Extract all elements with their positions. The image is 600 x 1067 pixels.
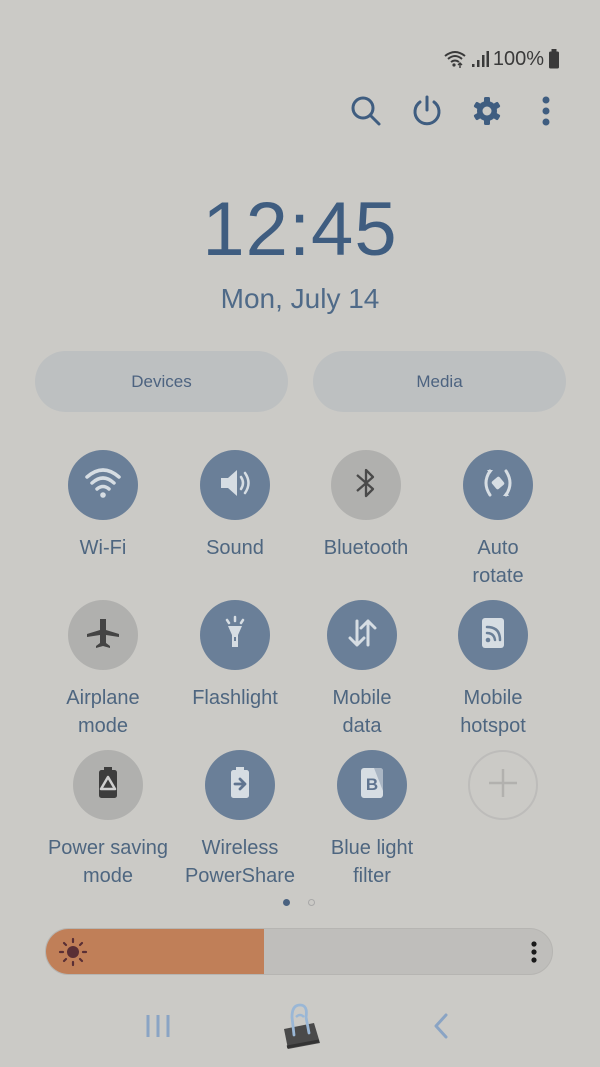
more-vertical-icon[interactable]: [530, 940, 538, 969]
media-button[interactable]: Media: [313, 351, 566, 412]
wireless-powershare-icon: [220, 763, 260, 808]
tile-label: Mobile hotspot: [460, 687, 526, 737]
back-button[interactable]: [411, 1000, 471, 1056]
tile-bluetooth[interactable]: Bluetooth: [300, 450, 432, 562]
back-chevron-icon: [430, 1012, 452, 1045]
bluetooth-icon: [351, 465, 381, 506]
wifi-icon: [83, 465, 123, 506]
tile-blue-light-filter-button[interactable]: B: [337, 750, 407, 820]
battery-percent: 100%: [492, 47, 544, 70]
more-vertical-icon: [541, 95, 551, 132]
tile-mobile-data[interactable]: Mobile data: [296, 600, 428, 740]
wifi-icon: [443, 49, 467, 69]
brightness-slider[interactable]: [45, 928, 553, 975]
power-button[interactable]: [406, 92, 448, 134]
tile-power-saving-mode[interactable]: Power saving mode: [42, 750, 174, 890]
clock-date[interactable]: Mon, July 14: [0, 283, 600, 315]
speaker-icon: [215, 465, 255, 506]
tile-wireless-powershare-button[interactable]: [205, 750, 275, 820]
flashlight-icon: [215, 613, 255, 658]
tile-mobile-hotspot[interactable]: Mobile hotspot: [427, 600, 559, 740]
sun-icon: [58, 937, 88, 972]
blue-light-filter-icon: B: [352, 763, 392, 808]
tile-sound-button[interactable]: [200, 450, 270, 520]
tile-flashlight-button[interactable]: [200, 600, 270, 670]
tile-wireless-powershare[interactable]: Wireless PowerShare: [174, 750, 306, 890]
devices-button[interactable]: Devices: [35, 351, 288, 412]
tile-label: Blue light filter: [330, 837, 414, 887]
add-tile-button[interactable]: [468, 750, 538, 820]
signal-icon: [471, 50, 489, 68]
tile-airplane-mode-button[interactable]: [68, 600, 138, 670]
page-dot-inactive[interactable]: [308, 899, 315, 906]
recents-icon: [144, 1013, 172, 1044]
tile-sound[interactable]: Sound: [169, 450, 301, 562]
auto-rotate-icon: [478, 463, 518, 508]
page-dot-active[interactable]: [283, 899, 290, 906]
add-icon: [485, 765, 521, 806]
tile-label: Wi-Fi: [79, 537, 127, 559]
tile-add[interactable]: [437, 750, 569, 820]
gear-icon: [471, 95, 503, 132]
tile-label: Auto rotate: [472, 537, 524, 587]
mobile-data-icon: [342, 613, 382, 658]
tile-blue-light-filter[interactable]: B Blue light filter: [306, 750, 438, 890]
search-icon: [350, 95, 382, 132]
tile-label: Bluetooth: [323, 537, 409, 559]
tile-auto-rotate[interactable]: Auto rotate: [432, 450, 564, 590]
tile-airplane-mode[interactable]: Airplane mode: [37, 600, 169, 740]
tile-label: Flashlight: [192, 687, 278, 709]
tile-label: Power saving mode: [47, 837, 169, 887]
tile-wifi-button[interactable]: [68, 450, 138, 520]
power-saving-icon: [88, 763, 128, 808]
tile-flashlight[interactable]: Flashlight: [169, 600, 301, 712]
airplane-icon: [83, 613, 123, 658]
page-indicator: [283, 899, 315, 906]
clock-time[interactable]: 12:45: [0, 186, 600, 273]
tile-label: Wireless PowerShare: [184, 837, 296, 887]
tile-mobile-hotspot-button[interactable]: [458, 600, 528, 670]
status-bar: 100%: [443, 46, 560, 72]
settings-button[interactable]: [466, 92, 508, 134]
more-options-button[interactable]: [525, 92, 567, 134]
tile-wifi[interactable]: Wi-Fi: [37, 450, 169, 562]
navigation-bar: [0, 1000, 600, 1060]
tile-label: Sound: [206, 537, 264, 559]
home-button[interactable]: [270, 1000, 330, 1056]
binder-clip-icon: [278, 1001, 322, 1056]
hotspot-icon: [473, 613, 513, 658]
recents-button[interactable]: [128, 1000, 188, 1056]
battery-full-icon: [548, 49, 560, 69]
top-toolbar: [0, 92, 600, 134]
search-button[interactable]: [345, 92, 387, 134]
tile-bluetooth-button[interactable]: [331, 450, 401, 520]
tile-label: Airplane mode: [66, 687, 140, 737]
tile-auto-rotate-button[interactable]: [463, 450, 533, 520]
tile-label: Mobile data: [332, 687, 392, 737]
power-icon: [411, 95, 443, 132]
svg-text:B: B: [366, 775, 378, 794]
tile-power-saving-mode-button[interactable]: [73, 750, 143, 820]
tile-mobile-data-button[interactable]: [327, 600, 397, 670]
